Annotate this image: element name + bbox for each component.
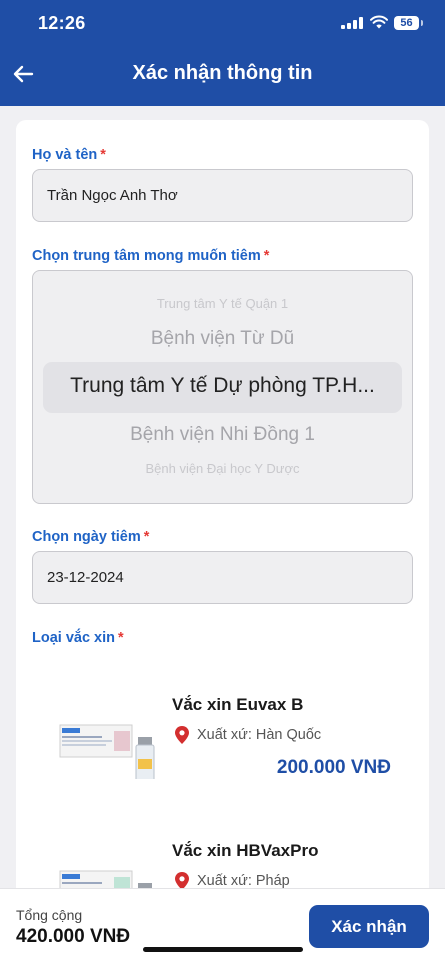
location-pin-icon bbox=[175, 726, 189, 744]
center-option[interactable]: Trung tâm Y tế Quận 1 bbox=[33, 296, 412, 311]
center-option-selected[interactable]: Trung tâm Y tế Dự phòng TP.H... bbox=[33, 374, 412, 398]
name-field[interactable]: Trần Ngọc Anh Thơ bbox=[32, 169, 413, 222]
date-field[interactable]: 23-12-2024 bbox=[32, 551, 413, 604]
confirm-button[interactable]: Xác nhận bbox=[309, 905, 429, 948]
status-bar: 12:26 56 bbox=[0, 0, 445, 46]
status-time: 12:26 bbox=[38, 13, 86, 33]
wifi-icon bbox=[370, 15, 388, 29]
required-mark: * bbox=[263, 248, 270, 264]
total-label: Tổng cộng bbox=[16, 907, 83, 923]
page-title: Xác nhận thông tin bbox=[132, 62, 313, 84]
required-mark: * bbox=[100, 147, 106, 163]
home-indicator[interactable] bbox=[143, 947, 303, 952]
vaccine-name: Vắc xin Euvax B bbox=[172, 695, 304, 714]
center-option[interactable]: Bệnh viện Nhi Đồng 1 bbox=[33, 424, 412, 446]
center-label: Chọn trung tâm mong muốn tiêm * bbox=[32, 248, 270, 264]
vaccine-price: 200.000 VNĐ bbox=[276, 757, 391, 778]
vaccine-product-image bbox=[59, 724, 155, 779]
date-label: Chọn ngày tiêm * bbox=[32, 529, 150, 545]
center-option[interactable]: Bệnh viện Đại học Y Dược bbox=[33, 461, 412, 476]
required-mark: * bbox=[143, 529, 150, 545]
vaccine-item[interactable]: Vắc xin Euvax B Xuất xứ: Hàn Quốc 200.00… bbox=[32, 669, 413, 809]
header-bar: Xác nhận thông tin bbox=[0, 46, 445, 106]
vaccine-origin: Xuất xứ: Hàn Quốc bbox=[197, 727, 322, 743]
vaccine-label: Loại vắc xin * bbox=[32, 630, 124, 646]
center-option[interactable]: Bệnh viện Từ Dũ bbox=[33, 328, 412, 350]
vaccine-origin: Xuất xứ: Pháp bbox=[197, 873, 290, 889]
battery-icon: 56 bbox=[394, 16, 423, 30]
name-label: Họ và tên * bbox=[32, 147, 106, 163]
center-picker[interactable]: Trung tâm Y tế Quận 1 Bệnh viện Từ Dũ Tr… bbox=[32, 270, 413, 504]
required-mark: * bbox=[118, 630, 124, 646]
vaccine-name: Vắc xin HBVaxPro bbox=[172, 841, 319, 860]
signal-icon bbox=[341, 17, 363, 29]
total-value: 420.000 VNĐ bbox=[16, 926, 131, 947]
